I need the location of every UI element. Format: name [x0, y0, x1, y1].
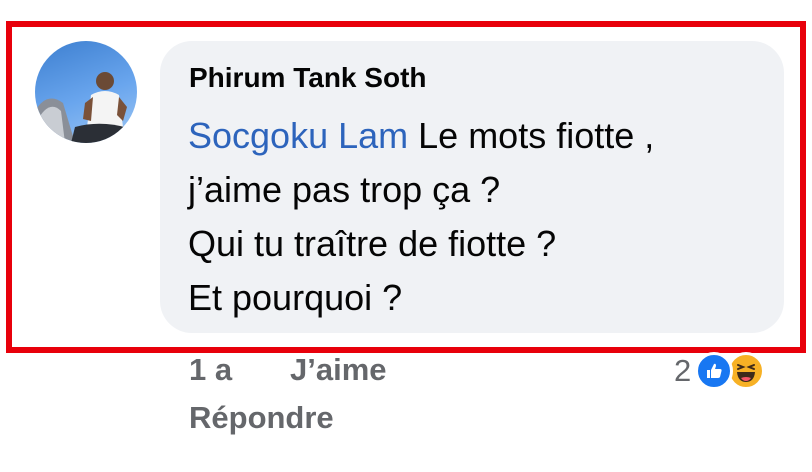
- avatar-photo: [35, 72, 137, 143]
- comment-line-2: j’aime pas trop ça ?: [188, 169, 501, 210]
- mention-link[interactable]: Socgoku Lam: [188, 115, 408, 156]
- reaction-count: 2: [674, 353, 692, 388]
- comment-line-1: Socgoku Lam Le mots fiotte ,: [188, 109, 654, 163]
- like-icon: [695, 352, 734, 390]
- comment-author[interactable]: Phirum Tank Soth: [189, 62, 427, 94]
- comment-line-3: Qui tu traître de fiotte ?: [188, 223, 557, 264]
- comment-age[interactable]: 1 a: [189, 352, 232, 388]
- comment-text: Socgoku Lam Le mots fiotte , j’aime pas …: [188, 109, 654, 325]
- comment-bubble: Phirum Tank Soth Socgoku Lam Le mots fio…: [160, 41, 784, 333]
- avatar[interactable]: [35, 41, 137, 143]
- reply-button[interactable]: Répondre: [189, 400, 334, 436]
- comment-line-1-text: Le mots fiotte ,: [408, 115, 655, 156]
- comment-line-4: Et pourquoi ?: [188, 277, 403, 318]
- reactions-summary[interactable]: 2: [674, 352, 766, 390]
- like-button[interactable]: J’aime: [290, 352, 387, 388]
